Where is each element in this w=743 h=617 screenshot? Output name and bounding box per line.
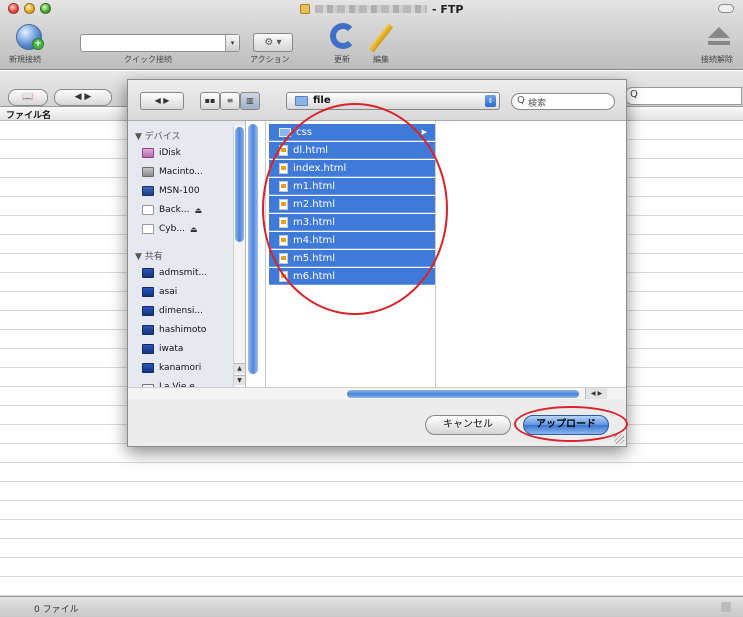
network-computer-icon <box>142 306 154 316</box>
sidebar-scroll-thumb[interactable] <box>235 127 244 242</box>
zoom-window-button[interactable] <box>40 3 51 14</box>
network-computer-icon <box>142 325 154 335</box>
chevron-updown-icon: ⇕ <box>485 95 496 107</box>
bookmarks-button[interactable]: 📖 <box>8 89 48 106</box>
horizontal-scroll-thumb[interactable] <box>347 390 579 398</box>
sidebar: ▼ デバイス iDisk Macinto... MSN-100 Back... … <box>128 121 246 399</box>
window-title-text: - FTP <box>432 2 464 16</box>
pencil-icon[interactable] <box>368 23 394 53</box>
eject-icon[interactable]: ⏏ <box>190 225 198 234</box>
sidebar-item-label: kanamori <box>159 363 202 373</box>
cancel-button[interactable]: キャンセル <box>425 415 511 435</box>
window-toolbar: - FTP + 新規接続 ▾ クイック接続 ⚙ ▾ アクション 更新 編集 接続… <box>0 0 743 70</box>
network-computer-icon <box>142 287 154 297</box>
list-view-button[interactable]: ≡ <box>220 92 240 110</box>
scroll-arrows-icon[interactable]: ◀ ▶ <box>585 388 607 399</box>
icon-view-button[interactable]: ▪▪ <box>200 92 220 110</box>
sidebar-item-idisk[interactable]: iDisk <box>142 145 181 161</box>
sheet-back-forward-button[interactable]: ◀ ▶ <box>140 92 184 110</box>
folder-icon <box>295 96 308 106</box>
window-title: - FTP <box>300 2 463 16</box>
sidebar-item-msn-100[interactable]: MSN-100 <box>142 183 200 199</box>
sidebar-item-label: Back... <box>159 205 190 215</box>
sheet-search-field[interactable]: Q 検索 <box>511 93 615 110</box>
sidebar-item-asai[interactable]: asai <box>142 284 177 300</box>
resize-grip[interactable] <box>614 434 624 444</box>
scroll-up-icon[interactable]: ▲ <box>234 363 245 373</box>
sidebar-item-iwata[interactable]: iwata <box>142 341 183 357</box>
sidebar-item-label: iwata <box>159 344 184 354</box>
parent-column-selection <box>248 124 258 374</box>
devices-header[interactable]: ▼ デバイス <box>135 129 181 142</box>
refresh-icon[interactable] <box>330 23 356 49</box>
sidebar-item-dimensi[interactable]: dimensi... <box>142 303 203 319</box>
site-icon <box>300 4 310 14</box>
idisk-icon <box>142 148 154 158</box>
search-placeholder: 検索 <box>528 99 547 109</box>
action-menu-button[interactable]: ⚙ ▾ <box>253 33 293 52</box>
horizontal-scrollbar[interactable]: ◀ ▶ <box>128 387 626 399</box>
empty-column[interactable] <box>436 121 626 399</box>
parent-column[interactable] <box>246 121 266 399</box>
hard-drive-icon <box>142 167 154 177</box>
sidebar-item-label: dimensi... <box>159 306 203 316</box>
document-icon <box>142 224 154 234</box>
refresh-label: 更新 <box>334 55 350 64</box>
sidebar-item-kanamori[interactable]: kanamori <box>142 360 201 376</box>
monitor-icon <box>142 186 154 196</box>
sidebar-item-admsmit[interactable]: admsmit... <box>142 265 207 281</box>
sidebar-item-hashimoto[interactable]: hashimoto <box>142 322 206 338</box>
back-forward-button[interactable]: ◀ ▶ <box>54 89 112 106</box>
sidebar-item-label: Cyb... <box>159 224 185 234</box>
sidebar-item-label: hashimoto <box>159 325 207 335</box>
disconnect-label: 接続解除 <box>701 55 733 64</box>
quick-connect-label: クイック接続 <box>124 55 172 64</box>
edit-label: 編集 <box>373 55 389 64</box>
annotation-circle-files <box>262 103 448 315</box>
sidebar-item-label: admsmit... <box>159 268 208 278</box>
sidebar-item-label: iDisk <box>159 148 181 158</box>
new-connection-label: 新規接続 <box>9 55 41 64</box>
location-popup[interactable]: file ⇕ <box>286 92 500 110</box>
toolbar-toggle-button[interactable] <box>718 4 734 13</box>
quick-connect-combo[interactable]: ▾ <box>80 34 240 52</box>
sidebar-item-back[interactable]: Back... ⏏ <box>142 202 202 218</box>
chevron-right-icon: ▶ <box>421 128 427 136</box>
sidebar-item-label: MSN-100 <box>159 186 200 196</box>
network-computer-icon <box>142 344 154 354</box>
close-window-button[interactable] <box>8 3 19 14</box>
eject-icon[interactable] <box>708 27 730 49</box>
sidebar-item-label: Macinto... <box>159 167 203 177</box>
location-label: file <box>313 95 331 106</box>
sidebar-item-macintosh[interactable]: Macinto... <box>142 164 203 180</box>
document-icon <box>142 205 154 215</box>
sidebar-scrollbar[interactable]: ▲ ▼ <box>233 125 245 395</box>
search-icon: Q <box>630 89 638 100</box>
minimize-window-button[interactable] <box>24 3 35 14</box>
shared-header[interactable]: ▼ 共有 <box>135 249 163 262</box>
action-label: アクション <box>250 55 290 64</box>
scroll-down-icon[interactable]: ▼ <box>234 375 245 385</box>
chevron-down-icon[interactable]: ▾ <box>225 35 239 51</box>
network-computer-icon <box>142 268 154 278</box>
remote-search-field[interactable]: Q <box>624 87 742 105</box>
lock-icon <box>721 602 731 612</box>
sidebar-item-label: asai <box>159 287 178 297</box>
file-count: 0 ファイル <box>34 605 79 615</box>
status-bar: 0 ファイル <box>0 597 743 617</box>
eject-icon[interactable]: ⏏ <box>194 206 202 215</box>
sidebar-item-cyb[interactable]: Cyb... ⏏ <box>142 221 197 237</box>
plus-badge-icon: + <box>32 38 44 50</box>
search-icon: Q <box>517 95 525 106</box>
column-view-button[interactable]: ▥ <box>240 92 260 110</box>
blurred-host-name <box>315 5 427 13</box>
filename-column-label: ファイル名 <box>6 111 52 121</box>
network-computer-icon <box>142 363 154 373</box>
annotation-circle-upload <box>514 406 628 442</box>
